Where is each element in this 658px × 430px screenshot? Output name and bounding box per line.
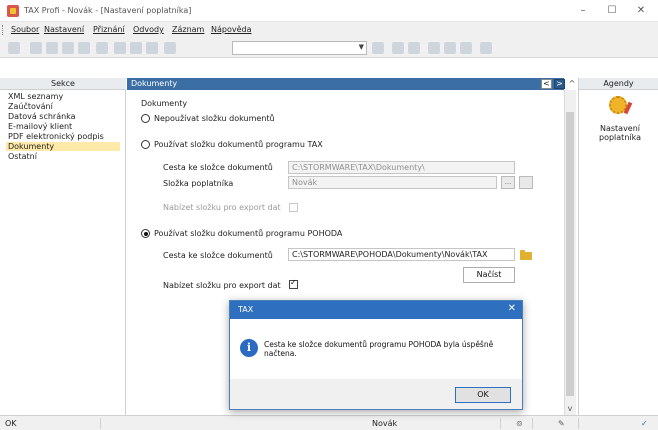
pohoda-export-label: Nabízet složku pro export dat [163,281,281,290]
close-window-button[interactable]: ✕ [627,2,655,20]
toolbar-tool-icon[interactable] [78,42,90,54]
toolbar-notebook-icon[interactable] [8,42,20,54]
menu-odvody[interactable]: Odvody [133,25,164,34]
load-button[interactable]: Načíst [463,267,515,283]
sekce-item-datova-schranka[interactable]: Datová schránka [8,112,76,121]
section-title: Dokumenty [141,99,188,108]
pohoda-export-checkbox[interactable] [289,278,298,289]
sekce-item-ostatni[interactable]: Ostatní [8,152,37,161]
status-separator [100,418,101,429]
radio-no-folder[interactable] [141,114,150,123]
main-header: Dokumenty [127,78,564,90]
menu-zaznam[interactable]: Záznam [172,25,204,34]
menu-soubor[interactable]: Soubor [11,25,39,34]
menu-napoveda[interactable]: Nápověda [211,25,252,34]
tax-path-label: Cesta ke složce dokumentů [163,163,273,172]
pohoda-path-field[interactable]: C:\STORMWARE\POHODA\Dokumenty\Novák\TAX [288,248,515,261]
minimize-button[interactable]: – [569,2,597,20]
info-dialog: TAX ✕ i Cesta ke složce dokumentů progra… [229,300,523,410]
scroll-up-arrow-icon[interactable]: ^ [566,78,578,90]
toolbar-filter-icon[interactable] [372,42,384,54]
app-logo-icon [7,5,19,17]
menu-nastaveni[interactable]: Nastavení [44,25,84,34]
sekce-item-emailovy-klient[interactable]: E-mailový klient [8,122,72,131]
toolbar-tool-icon[interactable] [114,42,126,54]
tax-folder-button [519,176,533,189]
scroll-down-arrow-icon[interactable]: v [564,403,576,415]
toolbar-tool-icon[interactable] [46,42,58,54]
radio-no-folder-label[interactable]: Nepoužívat složku dokumentů [154,114,275,123]
toolbar-save-icon[interactable] [130,42,142,54]
sekce-item-zauctovani[interactable]: Zaúčtování [8,102,53,111]
tax-folder-label: Složka poplatníka [163,179,234,188]
next-button[interactable]: > [554,79,565,89]
menu-priznani[interactable]: Přiznání [93,25,125,34]
radio-tax-folder[interactable] [141,140,150,149]
toolbar-tool-icon[interactable] [460,42,472,54]
dialog-close-button[interactable]: ✕ [508,303,516,314]
toolbar-tool-icon[interactable] [62,42,74,54]
dialog-body: i Cesta ke složce dokumentů programu POH… [230,319,522,379]
status-separator [500,418,501,429]
radio-tax-folder-label[interactable]: Používat složku dokumentů programu TAX [154,140,323,149]
toolbar-edit-icon[interactable] [480,42,492,54]
status-user: Novák [372,419,398,428]
sekce-header: Sekce [0,78,126,90]
toolbar: ▼ [0,38,658,58]
sekce-item-dokumenty[interactable]: Dokumenty [6,142,120,151]
pohoda-path-label: Cesta ke složce dokumentů [163,251,273,260]
toolbar-tool-icon[interactable] [96,42,108,54]
toolbar-tool-icon[interactable] [146,42,158,54]
status-bar: OK Novák ⊚ ✎ ✓ [0,415,658,430]
menu-grip [2,25,4,35]
check-icon: ✓ [641,419,648,428]
scrollbar-thumb[interactable] [566,112,574,396]
toolbar-tool-icon[interactable] [444,42,456,54]
tax-folder-field: Novák [288,176,497,189]
tax-export-label: Nabízet složku pro export dat [163,203,281,212]
toolbar-tool-icon[interactable] [392,42,404,54]
tax-path-field: C:\STORMWARE\TAX\Dokumenty\ [288,161,515,174]
sekce-item-pdf-podpis[interactable]: PDF elektronický podpis [8,132,104,141]
dialog-title-bar: TAX ✕ [230,301,522,319]
info-icon: i [240,339,258,357]
dialog-title: TAX [238,305,254,314]
sekce-item-xml-seznamy[interactable]: XML seznamy [8,92,63,101]
maximize-button[interactable]: ☐ [598,2,626,20]
toolbar-tool-icon[interactable] [408,42,420,54]
tax-browse-button: ... [501,176,515,189]
dialog-ok-button[interactable]: OK [455,387,511,403]
folder-open-icon[interactable] [519,249,533,261]
toolbar-tool-icon[interactable] [30,42,42,54]
settings-gear-pencil-icon[interactable] [609,96,633,116]
radio-pohoda-folder-label[interactable]: Používat složku dokumentů programu POHOD… [154,229,342,238]
tax-export-checkbox [289,203,298,212]
pencil-icon: ✎ [558,419,565,428]
toolbar-tool-icon[interactable] [428,42,440,54]
title-bar: TAX Profi - Novák - [Nastavení poplatník… [0,0,658,22]
prev-button[interactable]: < [541,79,552,89]
dialog-message: Cesta ke složce dokumentů programu POHOD… [264,340,494,358]
radio-pohoda-folder[interactable] [141,229,150,238]
toolbar-copy-icon[interactable] [164,42,176,54]
chevron-down-icon: ▼ [358,43,364,51]
agendy-header: Agendy [579,78,658,90]
status-indicator-icon: ⊚ [516,419,523,428]
agenda-label-line2[interactable]: poplatníka [590,133,650,142]
status-separator [532,418,533,429]
agenda-label-line1[interactable]: Nastavení [590,124,650,133]
status-text: OK [5,419,17,428]
window-title: TAX Profi - Novák - [Nastavení poplatník… [24,6,192,15]
menu-bar: Soubor Nastavení Přiznání Odvody Záznam … [0,22,658,38]
status-separator [578,418,579,429]
toolbar-combo[interactable]: ▼ [232,41,367,55]
